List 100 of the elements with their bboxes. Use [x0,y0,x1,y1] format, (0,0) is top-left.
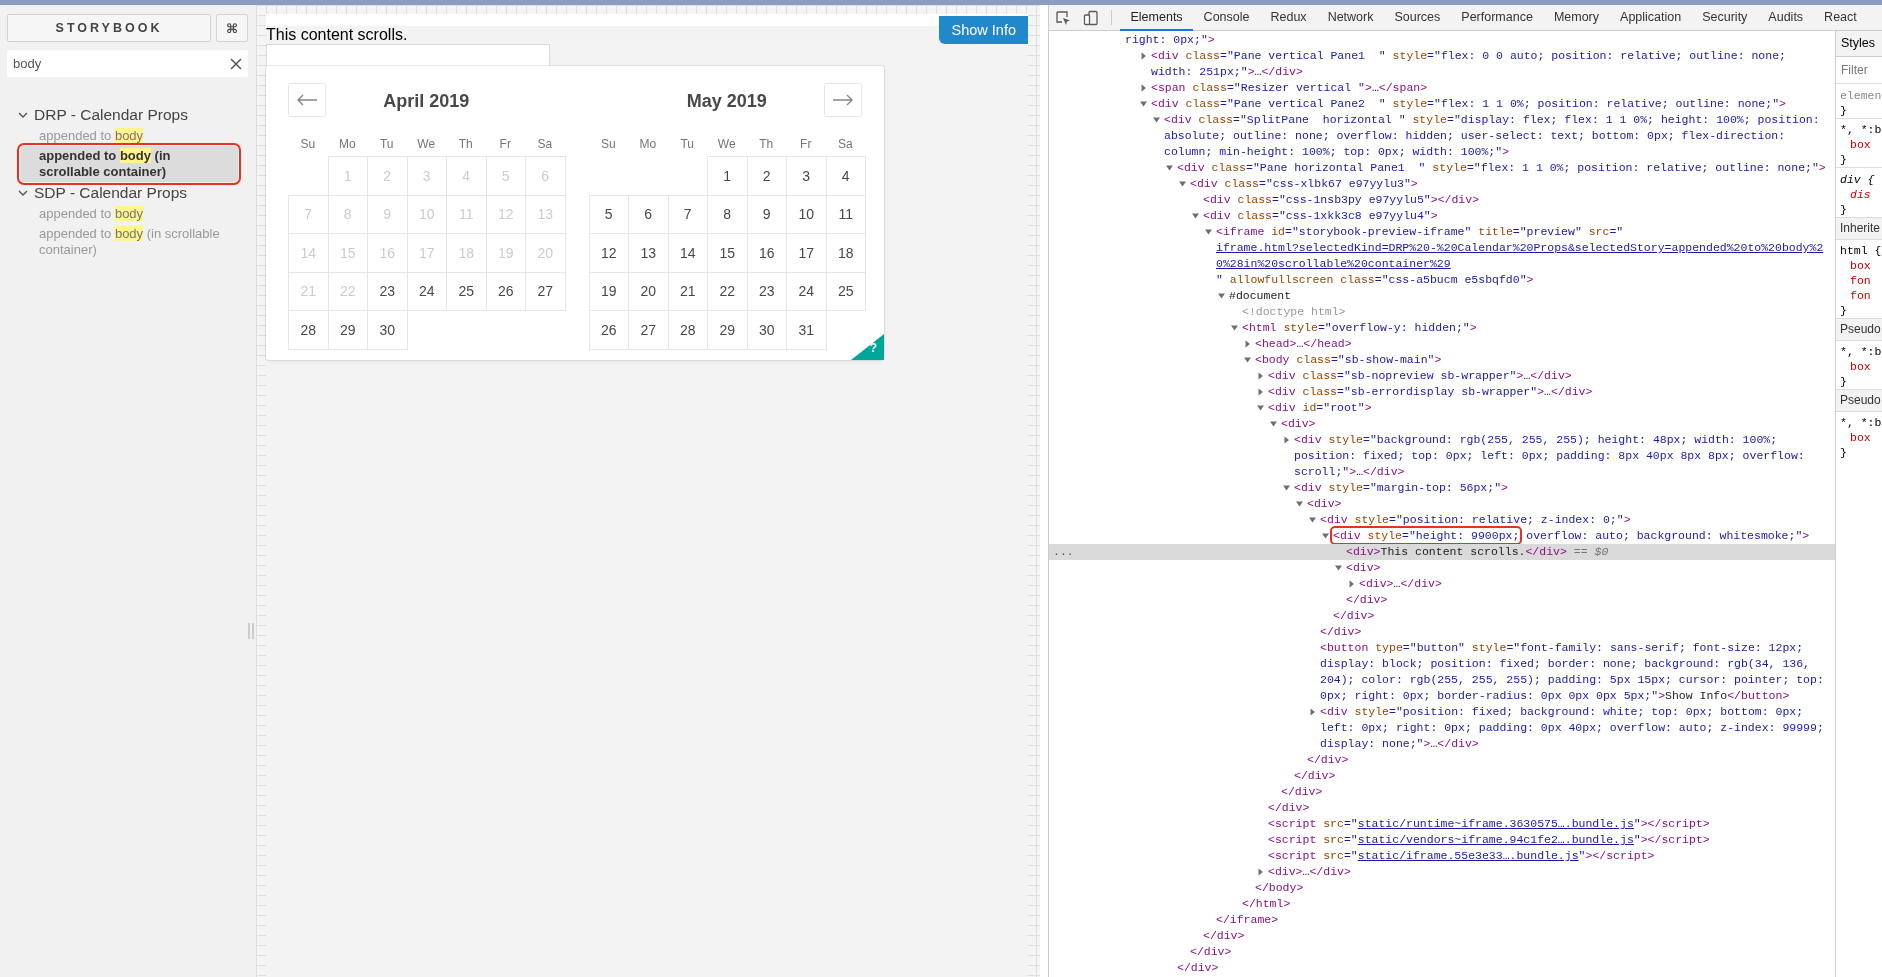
code-row[interactable]: <div style="margin-top: 56px;"> [1049,480,1835,496]
code-link[interactable]: iframe.html?selectedKind=DRP%20-%20Calendar%20Props&selectedStory=appended%20to%20body%20%28in%20scrollable%20container%29 [1216,240,1829,272]
code-row[interactable]: <div class="css-1xkk3c8 e97yylu4"> [1049,208,1835,224]
css-property: box [1849,359,1872,374]
devtools-tab[interactable]: Security [1691,5,1758,31]
code-row[interactable]: </div> [1049,800,1835,816]
sidebar-item[interactable]: appended to body [20,126,238,146]
calendar-day[interactable]: 27 [525,271,566,311]
css-property: fon [1849,273,1872,288]
code-row[interactable]: </html> [1049,896,1835,912]
date-range-field[interactable] [266,44,550,66]
code-row[interactable]: <html style="overflow-y: hidden;"> [1049,320,1835,336]
search-field[interactable]: body [7,50,248,77]
devtools-tab[interactable]: Console [1193,5,1260,31]
weekday-label: Sa [536,136,554,152]
chevron-icon[interactable] [18,189,28,197]
shortcut-button[interactable]: ⌘ [216,14,248,42]
devtools-tab[interactable]: Sources [1383,5,1451,31]
code-row[interactable]: </div> [1049,608,1835,624]
code-row[interactable]: <div class="sb-errordisplay sb-wrapper">…</div> [1049,384,1835,400]
code-link[interactable]: static/iframe.55e3e33….bundle.js [1357,848,1579,864]
code-row[interactable]: <div>…</div> [1049,576,1835,592]
sidebar-item[interactable]: appended to body (in scrollable container) [20,146,238,182]
devtools-tab[interactable]: Memory [1543,5,1610,31]
code-row[interactable]: </div> [1049,768,1835,784]
code-row[interactable]: <div>…</div> [1049,864,1835,880]
sidebar-item[interactable]: appended to body [20,204,238,224]
css-property: box [1849,258,1872,273]
code-row[interactable]: ... <div>This content scrolls.</div> == $0 [1049,544,1835,560]
code-row[interactable]: <div class="css-1nsb3py e97yylu5"></div> [1049,192,1835,208]
code-row[interactable]: </div> [1049,944,1835,960]
code-row[interactable]: <div style="height: 9900px; overflow: auto; background: whitesmoke;"> [1049,528,1835,544]
css-rule-text: } [1839,202,1848,217]
code-link[interactable]: static/vendors~iframe.94c1fe2….bundle.js [1357,832,1634,848]
code-row[interactable]: </div> [1049,960,1835,976]
weekday-label: We [416,136,437,152]
weekday-label: Th [758,136,775,152]
devtools-tab[interactable]: Elements [1120,5,1194,31]
devtools-tab[interactable]: Performance [1450,5,1544,31]
storybook-title-button[interactable]: STORYBOOK [7,14,211,42]
code-row[interactable]: <div class="Pane vertical Pane2 " style="flex: 1 1 0%; position: relative; outline: none;"> [1049,96,1835,112]
code-row[interactable]: <div class="Pane horizontal Pane1 " style="flex: 1 1 0%; position: relative; outline: none;"> [1049,160,1835,176]
code-row[interactable]: <span class="Resizer vertical ">…</span> [1049,80,1835,96]
filter-field[interactable]: Filter [1836,57,1882,84]
devtools-tab[interactable]: Network [1317,5,1384,31]
calendar-day[interactable]: 26 [588,310,629,350]
code-row[interactable]: </div> [1049,592,1835,608]
code-row[interactable]: <div class="sb-nopreview sb-wrapper">…</div> [1049,368,1835,384]
code-row[interactable]: </div> [1049,784,1835,800]
code-row[interactable]: <script src="static/vendors~iframe.94c1fe2….bundle.js"></script> [1049,832,1835,848]
calendar-day[interactable]: 30 [367,310,408,350]
sidebar-item[interactable]: appended to body (in scrollable container) [20,224,238,260]
close-icon[interactable] [230,58,242,70]
code-row[interactable]: <div> [1049,416,1835,432]
code-line-text: <div> [1346,560,1382,576]
arrow-left-icon [296,94,318,106]
code-row[interactable]: </body> [1049,880,1835,896]
calendar-day[interactable]: 25 [825,271,866,311]
code-row[interactable]: <div id="root"> [1049,400,1835,416]
code-row[interactable]: #document [1049,288,1835,304]
code-row[interactable]: right: 0px;"> [1049,32,1835,48]
calendar-day[interactable]: 4 [825,156,866,196]
calendar-day[interactable]: 5 [588,194,629,234]
calendar-day[interactable]: 31 [786,310,827,350]
code-row[interactable]: </div> [1049,928,1835,944]
code-line-text: </div> [1177,960,1220,976]
resize-handle-icon[interactable] [248,623,254,639]
code-row[interactable]: <div style="position: fixed; background: white; top: 0px; bottom: 0px; left: 0px; right: 0px; padding: 0px 40px; overflow: auto; z-index: 99999; display: none;">…</div> [1049,704,1835,752]
more-options-icon[interactable]: ... [1053,544,1074,560]
code-row[interactable]: </iframe> [1049,912,1835,928]
devtools-tab[interactable]: Redux [1260,5,1318,31]
code-row[interactable]: </div> [1049,752,1835,768]
section-header: Pseudo [1836,389,1882,412]
css-rule-text: *, *:b [1836,118,1882,137]
code-line-text: <div id="root"> [1268,400,1373,416]
calendar-day[interactable]: 1 [707,156,748,196]
code-row[interactable]: <body class="sb-show-main"> [1049,352,1835,368]
code-row[interactable]: <script src="static/runtime~iframe.3630575….bundle.js"></script> [1049,816,1835,832]
inspect-element-icon[interactable] [1055,9,1071,26]
code-row[interactable]: <script src="static/iframe.55e3e33….bundle.js"></script> [1049,848,1835,864]
chevron-icon[interactable] [18,111,28,119]
code-row[interactable]: </div> [1049,624,1835,640]
code-link[interactable]: static/runtime~iframe.3630575….bundle.js [1357,816,1634,832]
code-row[interactable]: <div class="Pane vertical Pane1 " style="flex: 0 0 auto; position: relative; outline: none; width: 251px;">…</div> [1049,48,1835,80]
devtools-tab[interactable]: React [1813,5,1868,31]
device-toolbar-icon[interactable] [1083,9,1099,26]
code-row[interactable]: <div> [1049,496,1835,512]
code-row[interactable]: <head>…</head> [1049,336,1835,352]
code-row[interactable]: <div> [1049,560,1835,576]
code-row[interactable]: <div class="css-xlbk67 e97yylu3"> [1049,176,1835,192]
group-label[interactable]: DRP - Calendar Props [34,106,188,124]
devtools-tab[interactable]: Application [1609,5,1692,31]
show-info-button[interactable]: Show Info [938,16,1028,44]
code-row[interactable]: <div style="background: rgb(255, 255, 255); height: 48px; width: 100%; position: fixed; top: 0px; left: 0px; padding: 8px 40px 8px 8px; overflow: scroll;">…</div> [1049,432,1835,480]
devtools-tab[interactable]: Audits [1757,5,1814,31]
calendar-day[interactable]: 28 [288,310,329,350]
styles-tab[interactable]: Styles [1836,31,1882,57]
group-label[interactable]: SDP - Calendar Props [34,184,188,202]
code-row[interactable]: <div style="position: relative; z-index: 0;"> [1049,512,1835,528]
code-line-text: <div>…</div> [1359,576,1443,592]
